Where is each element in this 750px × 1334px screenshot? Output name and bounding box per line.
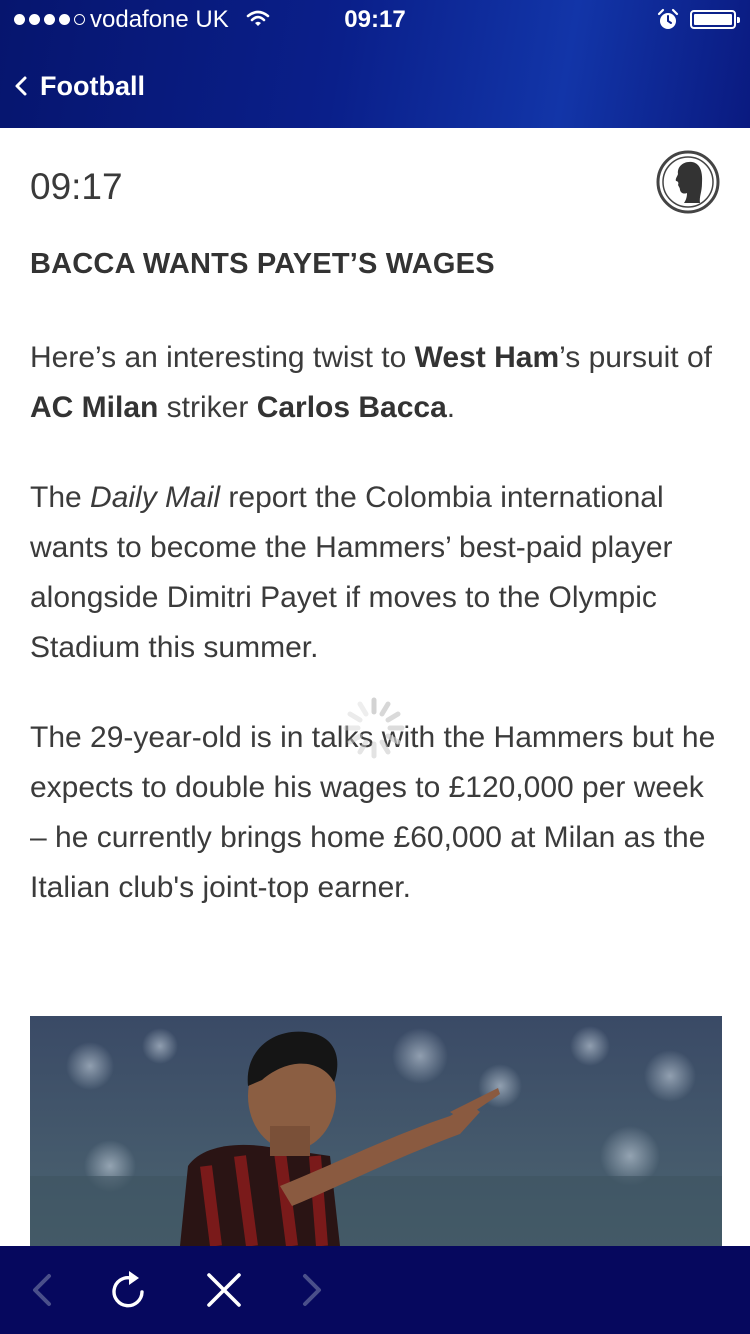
status-time: 09:17 [344,6,406,33]
toolbar-close-button[interactable] [202,1268,246,1312]
article-headline: BACCA WANTS PAYET’S WAGES [30,248,495,280]
article-paragraph: Here’s an interesting twist to West Ham’… [30,333,722,433]
back-button[interactable]: Football [12,66,145,106]
bold-text-west-ham: West Ham [414,341,560,374]
toolbar-back-button[interactable] [20,1268,64,1312]
bold-text-carlos-bacca: Carlos Bacca [256,391,447,424]
alarm-icon [657,8,679,29]
toolbar-refresh-button[interactable] [108,1268,152,1312]
paragraph-text: . [446,391,456,424]
bold-text-ac-milan: AC Milan [30,391,159,424]
sky-sports-badge-icon [656,150,720,214]
back-button-label: Football [40,70,145,101]
toolbar-forward-button[interactable] [290,1268,334,1312]
loading-spinner-icon [343,697,405,759]
battery-icon [690,10,740,29]
article-time: 09:17 [30,166,123,207]
status-bar: vodafone UK 09:17 [0,0,750,40]
browser-toolbar [0,1246,750,1334]
paragraph-text: ’s pursuit of [559,341,712,374]
chevron-left-icon [15,76,27,96]
paragraph-text: Here’s an interesting twist to [30,341,415,374]
arrow-right-icon [303,1274,321,1306]
refresh-icon [112,1271,144,1308]
close-icon [207,1273,241,1307]
player-photo-illustration [30,1016,722,1246]
app-header: vodafone UK 09:17 Football [0,0,750,128]
italic-text-daily-mail: Daily Mail [90,481,221,514]
paragraph-text: striker [158,391,257,424]
article-paragraph: The Daily Mail report the Colombia inter… [30,473,722,673]
article-photo [30,1016,722,1246]
arrow-left-icon [33,1274,51,1306]
paragraph-text: The [30,481,91,514]
